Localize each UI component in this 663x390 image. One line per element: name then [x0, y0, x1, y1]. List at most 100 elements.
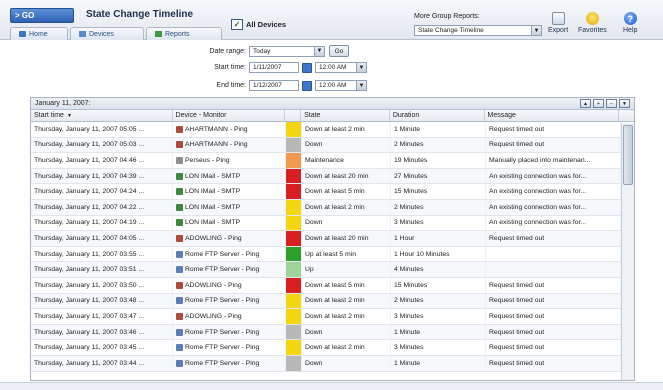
cell-state: Down at least 5 min	[302, 277, 391, 293]
column-header-state[interactable]: State	[301, 110, 390, 121]
date-range-row: Date range: Today ▼ Go	[202, 45, 349, 57]
tab-reports[interactable]: Reports	[146, 27, 222, 40]
device-monitor-label: AHARTMANN - Ping	[185, 141, 248, 149]
device-icon	[176, 234, 183, 242]
table-row[interactable]: Thursday, January 11, 2007 04:24 ... LON …	[31, 184, 634, 200]
table-row[interactable]: Thursday, January 11, 2007 04:05 ... ADOW…	[31, 231, 634, 247]
all-devices-toggle[interactable]: ✓ All Devices	[231, 19, 286, 30]
table-row[interactable]: Thursday, January 11, 2007 03:50 ... ADOW…	[31, 277, 634, 294]
device-monitor-label: Rome FTP Server - Ping	[185, 250, 260, 258]
device-icon	[176, 266, 183, 274]
column-header-duration[interactable]: Duration	[390, 110, 485, 121]
cell-device-monitor: ADOWLING - Ping	[173, 309, 286, 324]
favorites-button[interactable]: Favorites	[578, 12, 607, 34]
table-row[interactable]: Thursday, January 11, 2007 04:46 ... Pers…	[31, 153, 634, 169]
cell-device-monitor: LON IMail - SMTP	[173, 168, 286, 184]
cell-message: Request timed out	[486, 137, 621, 153]
cell-message	[486, 246, 621, 262]
more-reports-select[interactable]: State Change Timeline ▼	[414, 25, 542, 36]
device-monitor-label: Rome FTP Server - Ping	[185, 359, 260, 367]
cell-state-color	[286, 293, 302, 309]
table-row[interactable]: Thursday, January 11, 2007 03:55 ... Rome…	[31, 246, 634, 263]
calendar-icon[interactable]	[302, 62, 312, 73]
state-color-swatch	[286, 122, 301, 137]
start-clock-value: 12:00 AM	[319, 64, 347, 71]
tab-home[interactable]: Home	[10, 27, 68, 40]
cell-state-color	[286, 153, 302, 168]
cell-duration: 2 Minutes	[391, 199, 486, 215]
cell-state-color	[286, 355, 302, 371]
chevron-down-icon[interactable]: ▼	[314, 46, 324, 56]
table-row[interactable]: Thursday, January 11, 2007 04:19 ... LON …	[31, 215, 634, 232]
table-row[interactable]: Thursday, January 11, 2007 03:44 ... Rome…	[31, 355, 634, 372]
table-row[interactable]: Thursday, January 11, 2007 05:03 ... AHAR…	[31, 137, 634, 154]
device-monitor-label: LON IMail - SMTP	[185, 219, 241, 227]
column-header-flag	[285, 110, 302, 121]
cell-state-color	[286, 340, 302, 355]
tab-home-label: Home	[29, 30, 48, 38]
cell-device-monitor: Perseus - Ping	[173, 153, 286, 168]
table-row[interactable]: Thursday, January 11, 2007 03:46 ... Rome…	[31, 324, 634, 341]
start-clock-select[interactable]: 12:00 AM ▼	[315, 62, 367, 73]
device-icon	[176, 156, 183, 164]
vertical-scrollbar[interactable]	[621, 123, 634, 380]
cell-message: Request timed out	[486, 293, 621, 309]
cell-device-monitor: Rome FTP Server - Ping	[173, 262, 286, 277]
table-row[interactable]: Thursday, January 11, 2007 03:48 ... Rome…	[31, 293, 634, 310]
go-filter-button[interactable]: Go	[329, 45, 349, 57]
cell-duration: 3 Minutes	[391, 215, 486, 231]
cell-state-color	[286, 122, 302, 137]
chevron-down-icon[interactable]: ▼	[356, 63, 366, 72]
table-row[interactable]: Thursday, January 11, 2007 05:05 ... AHAR…	[31, 122, 634, 138]
more-reports-label: More Group Reports:	[414, 13, 480, 20]
device-monitor-label: LON IMail - SMTP	[185, 172, 241, 180]
table-row[interactable]: Thursday, January 11, 2007 03:47 ... ADOW…	[31, 309, 634, 325]
date-range-select[interactable]: Today ▼	[249, 45, 325, 57]
cell-state: Down	[302, 355, 391, 371]
state-color-swatch	[286, 168, 301, 184]
column-header-start-time-label: Start time	[34, 112, 64, 119]
status-bar	[0, 382, 663, 390]
table-row[interactable]: Thursday, January 11, 2007 04:39 ... LON …	[31, 168, 634, 185]
export-button[interactable]: Export	[548, 12, 568, 34]
tab-devices[interactable]: Devices	[70, 27, 144, 40]
column-header-start-time[interactable]: Start time ▼	[31, 110, 173, 121]
devices-icon	[79, 31, 86, 37]
table-row[interactable]: Thursday, January 11, 2007 03:45 ... Rome…	[31, 340, 634, 356]
cell-duration: 1 Minute	[391, 122, 486, 137]
cell-state: Down at least 20 min	[302, 231, 391, 246]
reports-icon	[155, 31, 162, 37]
cell-duration: 15 Minutes	[391, 184, 486, 199]
cell-start-time: Thursday, January 11, 2007 03:46 ...	[31, 324, 173, 340]
state-color-swatch	[286, 231, 301, 246]
scroll-thumb[interactable]	[623, 125, 633, 185]
end-date-input[interactable]: 1/12/2007	[249, 80, 299, 91]
chevron-down-icon[interactable]: ▼	[531, 26, 541, 35]
column-header-device[interactable]: Device - Monitor	[173, 110, 286, 121]
table-row[interactable]: Thursday, January 11, 2007 03:51 ... Rome…	[31, 262, 634, 278]
collapse-icon[interactable]: ▲	[580, 99, 591, 108]
chevron-down-icon[interactable]: ▼	[356, 81, 366, 90]
cell-device-monitor: ADOWLING - Ping	[173, 277, 286, 293]
help-button[interactable]: ? Help	[623, 12, 637, 34]
calendar-icon[interactable]	[302, 80, 312, 91]
go-button[interactable]: > GO	[10, 8, 74, 23]
zoom-in-icon[interactable]: +	[593, 99, 604, 108]
cell-state: Down at least 2 min	[302, 293, 391, 309]
device-icon	[176, 359, 183, 367]
expand-icon[interactable]: ▼	[619, 99, 630, 108]
column-header-message[interactable]: Message	[485, 110, 620, 121]
cell-start-time: Thursday, January 11, 2007 04:22 ...	[31, 199, 173, 215]
export-icon	[551, 12, 565, 25]
start-date-input[interactable]: 1/11/2007	[249, 62, 299, 73]
cell-message: An existing connection was for...	[486, 184, 621, 199]
tab-reports-label: Reports	[165, 30, 190, 38]
cell-device-monitor: Rome FTP Server - Ping	[173, 293, 286, 309]
end-time-label: End time:	[216, 82, 246, 89]
zoom-out-icon[interactable]: −	[606, 99, 617, 108]
device-monitor-label: LON IMail - SMTP	[185, 203, 241, 211]
cell-state-color	[286, 246, 302, 262]
table-row[interactable]: Thursday, January 11, 2007 04:22 ... LON …	[31, 199, 634, 216]
end-clock-select[interactable]: 12:00 AM ▼	[315, 80, 367, 91]
cell-start-time: Thursday, January 11, 2007 04:24 ...	[31, 184, 173, 199]
